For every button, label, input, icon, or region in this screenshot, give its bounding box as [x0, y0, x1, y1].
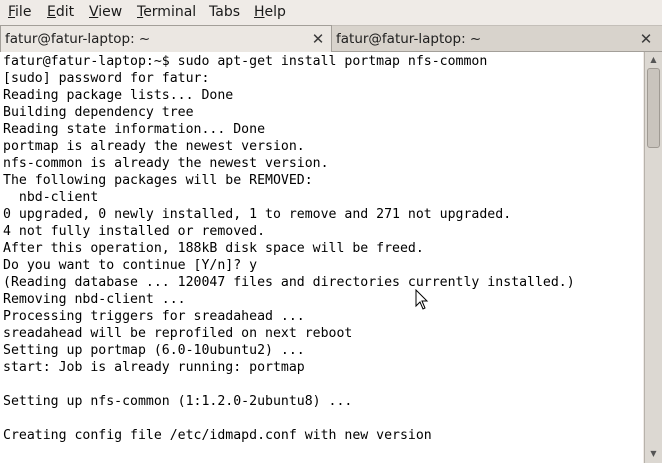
terminal-line: Processing triggers for sreadahead ...	[3, 309, 305, 324]
terminal-line: Do you want to continue [Y/n]? y	[3, 258, 258, 273]
menu-bar: File Edit View Terminal Tabs Help	[0, 0, 662, 24]
terminal-line: Building dependency tree	[3, 105, 194, 120]
tab-terminal-2[interactable]: fatur@fatur-laptop: ~ ✕	[332, 25, 662, 51]
terminal-line: Setting up nfs-common (1:1.2.0-2ubuntu8)…	[3, 394, 353, 409]
terminal-line: After this operation, 188kB disk space w…	[3, 241, 424, 256]
terminal-line: [sudo] password for fatur:	[3, 71, 210, 86]
terminal-line: Reading state information... Done	[3, 122, 266, 137]
terminal-line: 0 upgraded, 0 newly installed, 1 to remo…	[3, 207, 512, 222]
terminal-window: File Edit View Terminal Tabs Help fatur@…	[0, 0, 662, 463]
tab-bar: fatur@fatur-laptop: ~ ✕ fatur@fatur-lapt…	[0, 25, 662, 52]
terminal-line: nfs-common is already the newest version…	[3, 156, 329, 171]
terminal-line: Creating config file /etc/idmapd.conf wi…	[3, 428, 432, 443]
menu-edit[interactable]: Edit	[47, 3, 74, 21]
terminal-output[interactable]: fatur@fatur-laptop:~$ sudo apt-get insta…	[0, 52, 643, 463]
scroll-up-arrow-icon[interactable]: ▲	[647, 54, 660, 66]
mouse-pointer-icon	[415, 289, 429, 310]
terminal-line: (Reading database ... 120047 files and d…	[3, 275, 575, 290]
close-icon[interactable]: ✕	[638, 31, 654, 47]
terminal-line: portmap is already the newest version.	[3, 139, 305, 154]
close-icon[interactable]: ✕	[310, 31, 326, 47]
terminal-line: The following packages will be REMOVED:	[3, 173, 313, 188]
terminal-line: 4 not fully installed or removed.	[3, 224, 266, 239]
tab-label: fatur@fatur-laptop: ~	[5, 31, 151, 47]
terminal-line: Setting up portmap (6.0-10ubuntu2) ...	[3, 343, 305, 358]
scroll-thumb[interactable]	[647, 68, 660, 148]
menu-terminal[interactable]: Terminal	[137, 3, 196, 21]
menu-help[interactable]: Help	[254, 3, 286, 21]
scroll-down-arrow-icon[interactable]: ▼	[647, 448, 660, 460]
terminal-lines: fatur@fatur-laptop:~$ sudo apt-get insta…	[3, 53, 575, 444]
terminal-line: start: Job is already running: portmap	[3, 360, 305, 375]
tab-label: fatur@fatur-laptop: ~	[336, 31, 482, 47]
terminal-line: Reading package lists... Done	[3, 88, 234, 103]
terminal-line: sreadahead will be reprofiled on next re…	[3, 326, 353, 341]
vertical-scrollbar[interactable]: ▲ ▼	[644, 52, 662, 463]
tab-terminal-1[interactable]: fatur@fatur-laptop: ~ ✕	[0, 25, 332, 52]
terminal-line: fatur@fatur-laptop:~$ sudo apt-get insta…	[3, 54, 488, 69]
menu-view[interactable]: View	[89, 3, 122, 21]
terminal-line: Removing nbd-client ...	[3, 292, 186, 307]
terminal-line: nbd-client	[3, 190, 99, 205]
menu-tabs[interactable]: Tabs	[209, 3, 240, 21]
menu-file[interactable]: File	[8, 3, 31, 21]
